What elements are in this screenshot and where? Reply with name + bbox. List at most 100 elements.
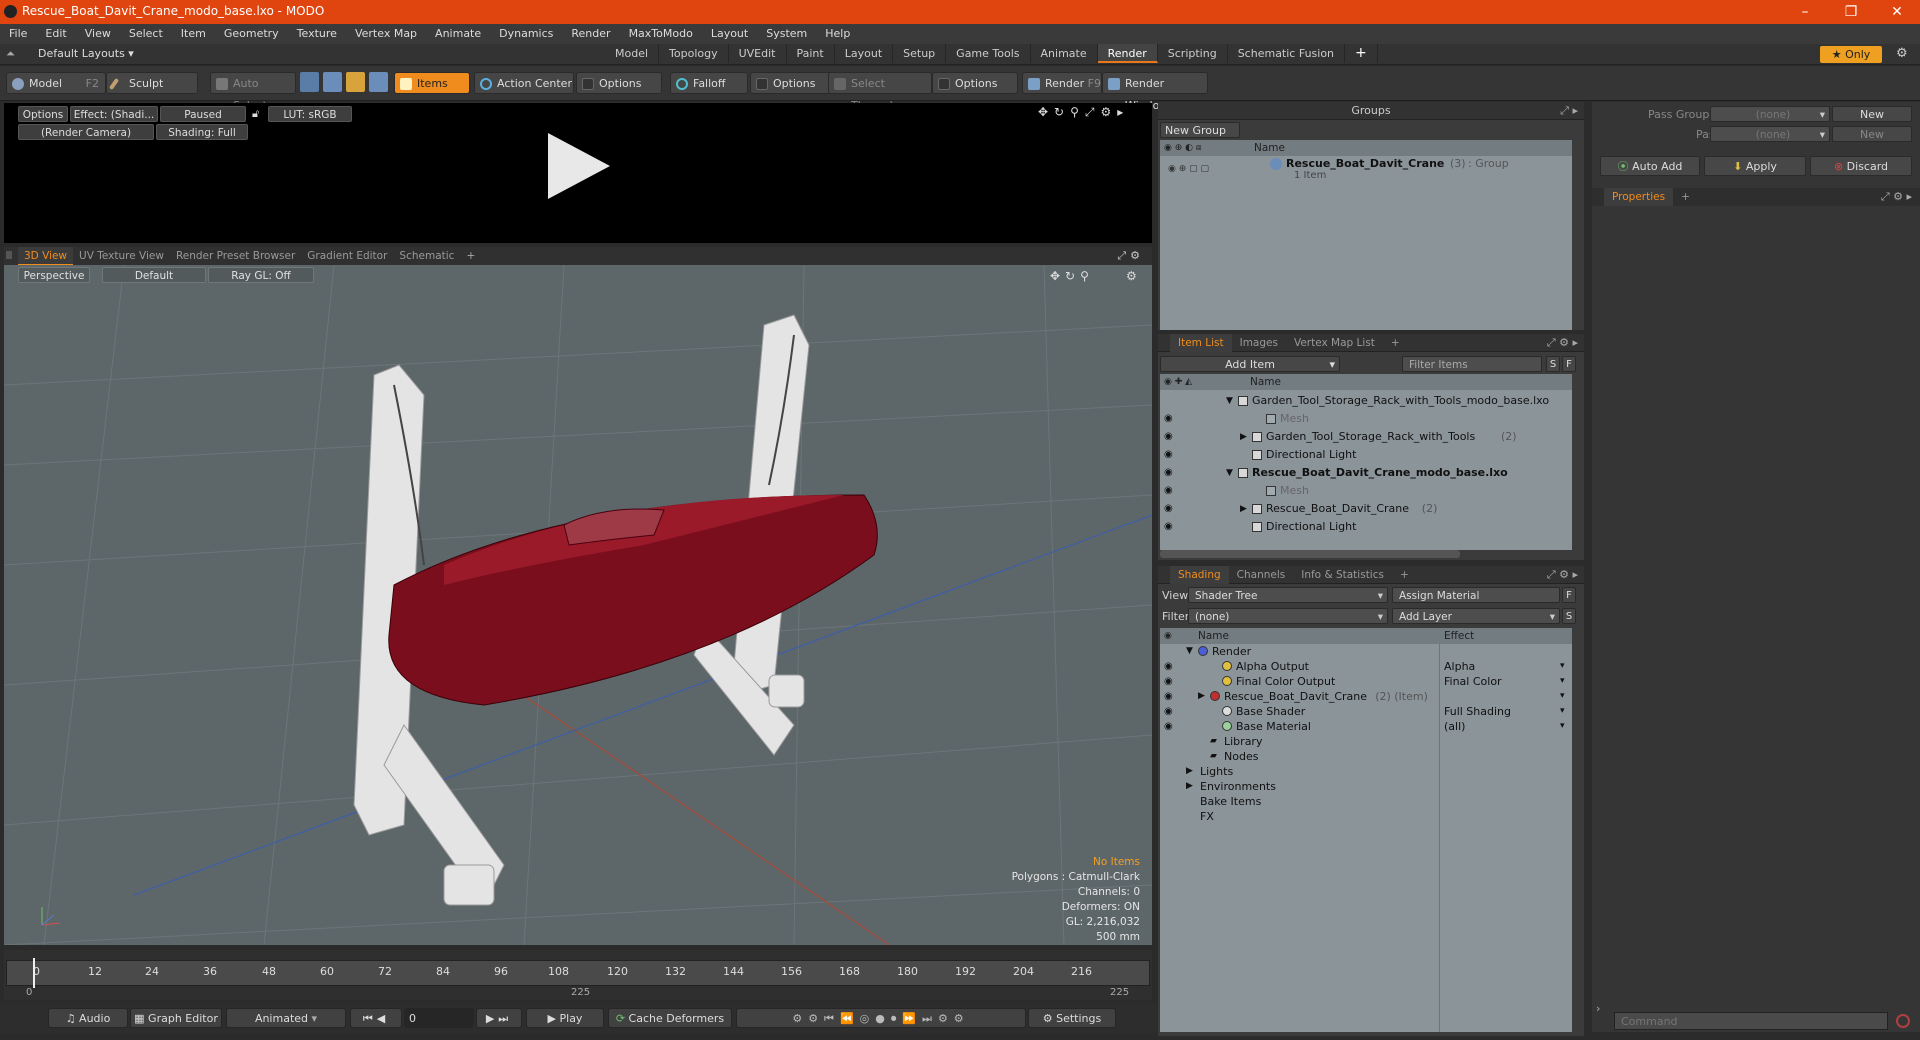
menu-texture[interactable]: Texture bbox=[288, 24, 346, 44]
menu-edit[interactable]: Edit bbox=[36, 24, 75, 44]
expand-arrow-icon[interactable]: ▶ bbox=[1240, 428, 1247, 446]
assign-material-button[interactable]: Assign Material bbox=[1392, 587, 1560, 603]
item-row[interactable]: ◉ Mesh bbox=[1160, 410, 1572, 428]
menu-animate[interactable]: Animate bbox=[426, 24, 490, 44]
group-row-toggles[interactable]: ◉ ⊕ ▢ ▢ bbox=[1168, 164, 1209, 174]
skip-prev-buttons[interactable]: ⏮◀ bbox=[350, 1008, 402, 1028]
shading-expand-icon[interactable]: ⤢ ⚙ ▸ bbox=[1547, 568, 1578, 582]
tab-render[interactable]: Render bbox=[1097, 44, 1158, 63]
expand-arrow-icon[interactable]: ▶ bbox=[1186, 779, 1193, 794]
eye-icon[interactable]: ◉ bbox=[1164, 428, 1173, 446]
eye-icon[interactable]: ◉ bbox=[1164, 446, 1173, 464]
new-pass-group-button[interactable]: New bbox=[1832, 106, 1912, 122]
action-center-button[interactable]: Action Center bbox=[474, 72, 574, 94]
apply-button[interactable]: ⬇ Apply bbox=[1704, 156, 1806, 176]
tab-channels[interactable]: Channels bbox=[1229, 566, 1294, 584]
menu-item[interactable]: Item bbox=[172, 24, 215, 44]
action-center-options-button[interactable]: Options bbox=[576, 72, 662, 94]
expand-arrow-icon[interactable]: ▼ bbox=[1186, 644, 1193, 659]
falloff-button[interactable]: Falloff bbox=[670, 72, 748, 94]
passes-dropdown[interactable]: (none) bbox=[1710, 126, 1830, 143]
eye-icon[interactable]: ◉ bbox=[1164, 719, 1173, 734]
item-row[interactable]: ◉ ▼ Rescue_Boat_Davit_Crane_modo_base.lxo bbox=[1160, 464, 1572, 482]
preview-options-button[interactable]: Options bbox=[18, 106, 68, 122]
eye-icon[interactable]: ◉ bbox=[1164, 410, 1173, 428]
viewport-gear-icon[interactable]: ⚙ bbox=[1126, 269, 1137, 283]
tab-paint[interactable]: Paint bbox=[787, 44, 835, 63]
eye-icon[interactable]: ◉ bbox=[1164, 482, 1173, 500]
tab-model[interactable]: Model bbox=[605, 44, 660, 63]
items-mode-button[interactable]: Items bbox=[394, 72, 470, 94]
render-camera-dropdown[interactable]: (Render Camera) bbox=[18, 124, 154, 140]
shading-s-button[interactable]: S bbox=[1562, 608, 1576, 624]
collapse-icon[interactable]: ⏶ bbox=[6, 47, 20, 61]
add-item-tab-button[interactable]: + bbox=[1383, 334, 1408, 352]
sculpt-mode-button[interactable]: Sculpt bbox=[106, 72, 198, 94]
eye-icon[interactable]: ◉ bbox=[1164, 704, 1173, 719]
filter-dropdown[interactable]: (none) bbox=[1188, 608, 1388, 625]
render-button[interactable]: Render F9 bbox=[1022, 72, 1102, 94]
polygons-mode-icon[interactable] bbox=[346, 72, 365, 92]
materials-mode-icon[interactable] bbox=[369, 72, 388, 92]
eye-icon[interactable]: ◉ bbox=[1164, 659, 1173, 674]
tab-properties[interactable]: Properties bbox=[1604, 188, 1674, 206]
play-button[interactable]: ▶ Play bbox=[526, 1008, 604, 1028]
viewport-nav-icons[interactable]: ✥↻⚲ bbox=[1050, 269, 1094, 283]
expand-arrow-icon[interactable]: ▶ bbox=[1198, 689, 1205, 704]
pass-groups-dropdown[interactable]: (none) bbox=[1710, 106, 1830, 123]
menu-layout[interactable]: Layout bbox=[702, 24, 757, 44]
edges-mode-icon[interactable] bbox=[323, 72, 342, 92]
tab-vertex-map-list[interactable]: Vertex Map List bbox=[1286, 334, 1383, 352]
menu-geometry[interactable]: Geometry bbox=[215, 24, 288, 44]
eye-icon[interactable]: ◉ bbox=[1164, 518, 1173, 536]
graph-editor-button[interactable]: ▦ Graph Editor bbox=[130, 1008, 222, 1028]
default-layouts-dropdown[interactable]: Default Layouts ▾ bbox=[38, 47, 134, 60]
expand-arrow-icon[interactable]: ▶ bbox=[1186, 764, 1193, 779]
properties-expand-icon[interactable]: ⤢ ⚙ ▸ bbox=[1881, 190, 1912, 204]
preview-nav-icons[interactable]: ✥↻⚲⤢⚙▸ bbox=[1038, 105, 1129, 120]
tab-scripting[interactable]: Scripting bbox=[1158, 44, 1228, 63]
only-toggle[interactable]: ★ Only bbox=[1820, 46, 1882, 63]
vertices-mode-icon[interactable] bbox=[300, 72, 319, 92]
falloff-options-button[interactable]: Options bbox=[750, 72, 832, 94]
group-row-name[interactable]: Rescue_Boat_Davit_Crane bbox=[1286, 157, 1444, 170]
item-row[interactable]: ◉ Directional Light bbox=[1160, 446, 1572, 464]
menu-file[interactable]: File bbox=[0, 24, 36, 44]
expand-arrow-icon[interactable]: ▶ bbox=[1240, 500, 1247, 518]
expand-arrow-icon[interactable]: ▼ bbox=[1226, 464, 1233, 482]
shader-row[interactable]: ▶ Lights bbox=[1160, 764, 1572, 779]
tab-shading[interactable]: Shading bbox=[1170, 565, 1229, 584]
cache-deformers-button[interactable]: ⟳ Cache Deformers bbox=[608, 1008, 732, 1028]
tab-3d-view[interactable]: 3D View bbox=[18, 247, 74, 265]
add-shading-tab-button[interactable]: + bbox=[1392, 566, 1417, 584]
tab-animate[interactable]: Animate bbox=[1031, 44, 1098, 63]
3d-viewport[interactable]: Perspective Default Ray GL: Off ✥↻⚲ ⚙ No… bbox=[4, 265, 1152, 945]
shader-tree[interactable]: ◉ Name Effect ▼ Render ◉ Alpha Output Alpha ▾… bbox=[1160, 628, 1572, 1032]
tab-topology[interactable]: Topology bbox=[659, 44, 729, 63]
tab-gradient-editor[interactable]: Gradient Editor bbox=[301, 247, 393, 265]
perspective-dropdown[interactable]: Perspective bbox=[18, 267, 90, 283]
effect-dropdown[interactable]: Effect: (Shadi... bbox=[70, 106, 158, 122]
shader-row[interactable]: ▰ Nodes bbox=[1160, 749, 1572, 764]
item-row[interactable]: ◉ Directional Light bbox=[1160, 518, 1572, 536]
shader-row[interactable]: ▰ Library bbox=[1160, 734, 1572, 749]
tab-item-list[interactable]: Item List bbox=[1170, 333, 1232, 352]
menu-render[interactable]: Render bbox=[562, 24, 619, 44]
groups-tree[interactable]: ◉ ⊕ ◐ ⧈ Name ◉ ⊕ ▢ ▢ Rescue_Boat_Davit_C… bbox=[1160, 140, 1572, 330]
item-row[interactable]: ◉ ▶ Rescue_Boat_Davit_Crane (2) bbox=[1160, 500, 1572, 518]
timeline[interactable]: 0 12 24 36 48 60 72 84 96 108 120 132 14… bbox=[4, 950, 1152, 1000]
discard-button[interactable]: ⊗ Discard bbox=[1810, 156, 1912, 176]
tab-game-tools[interactable]: Game Tools bbox=[946, 44, 1031, 63]
model-mode-button[interactable]: Model F2 bbox=[6, 72, 106, 94]
command-input[interactable] bbox=[1614, 1012, 1888, 1030]
tab-setup[interactable]: Setup bbox=[893, 44, 947, 63]
tab-render-preset-browser[interactable]: Render Preset Browser bbox=[170, 247, 301, 265]
tab-layout[interactable]: Layout bbox=[835, 44, 894, 63]
shader-row[interactable]: ◉ Alpha Output Alpha ▾ bbox=[1160, 659, 1572, 674]
playhead[interactable] bbox=[33, 958, 35, 988]
audio-button[interactable]: ♫ Audio bbox=[48, 1008, 128, 1028]
menu-dynamics[interactable]: Dynamics bbox=[490, 24, 562, 44]
item-row[interactable]: ◉ ▶ Garden_Tool_Storage_Rack_with_Tools (2) bbox=[1160, 428, 1572, 446]
minimize-button[interactable]: – bbox=[1782, 0, 1828, 24]
shader-row[interactable]: ◉ Final Color Output Final Color ▾ bbox=[1160, 674, 1572, 689]
